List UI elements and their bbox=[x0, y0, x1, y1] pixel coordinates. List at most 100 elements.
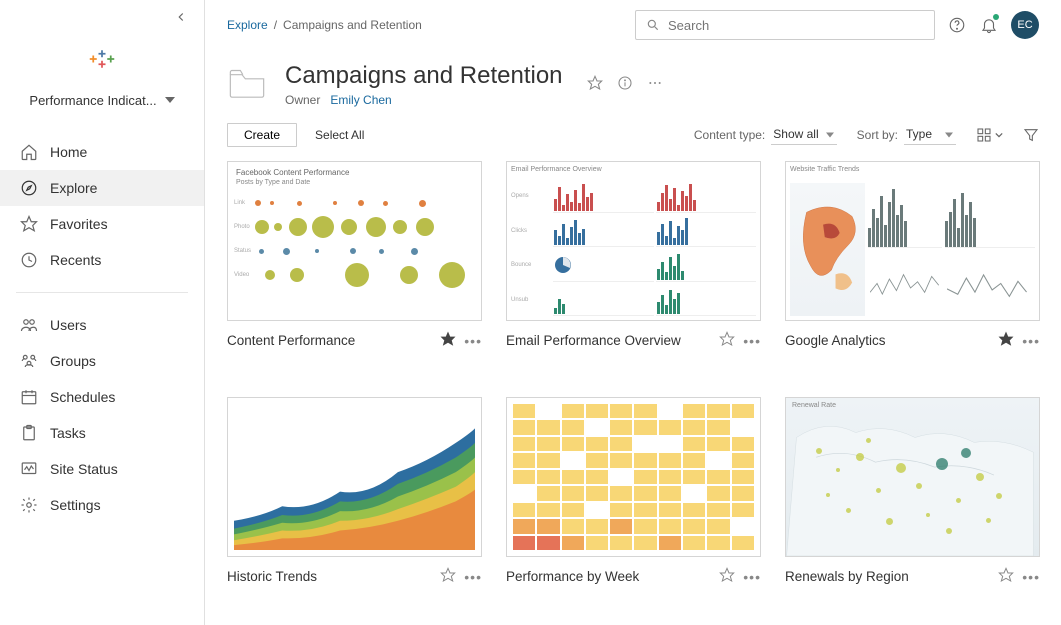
nav-label: Tasks bbox=[50, 425, 86, 441]
owner-label: Owner bbox=[285, 93, 320, 107]
nav-label: Home bbox=[50, 144, 87, 160]
select-all-button[interactable]: Select All bbox=[315, 128, 364, 142]
users-icon bbox=[20, 316, 38, 334]
breadcrumb-sep: / bbox=[274, 18, 277, 32]
content-type-select[interactable]: Show all bbox=[771, 125, 836, 145]
workbook-thumbnail bbox=[506, 397, 761, 557]
nav-home[interactable]: Home bbox=[0, 134, 204, 170]
card-more-button[interactable]: ••• bbox=[743, 333, 761, 349]
favorite-toggle[interactable] bbox=[440, 331, 456, 350]
nav-favorites[interactable]: Favorites bbox=[0, 206, 204, 242]
nav-label: Recents bbox=[50, 252, 101, 268]
thumb-subtitle: Posts by Type and Date bbox=[228, 177, 481, 190]
view-mode-button[interactable] bbox=[976, 127, 1003, 143]
workbook-thumbnail bbox=[227, 397, 482, 557]
nav-tasks[interactable]: Tasks bbox=[0, 415, 204, 451]
content-type-label: Content type: bbox=[694, 128, 765, 142]
workbook-card[interactable]: Email Performance Overview Opens Clicks … bbox=[506, 161, 761, 369]
workbook-title: Content Performance bbox=[227, 333, 432, 348]
favorite-page-button[interactable] bbox=[587, 75, 603, 94]
folder-icon bbox=[227, 65, 267, 104]
nav-schedules[interactable]: Schedules bbox=[0, 379, 204, 415]
breadcrumb-root[interactable]: Explore bbox=[227, 18, 268, 32]
collapse-sidebar-button[interactable] bbox=[174, 10, 188, 27]
sort-by-select[interactable]: Type bbox=[904, 125, 956, 145]
tableau-logo bbox=[88, 45, 116, 73]
workbook-thumbnail: Email Performance Overview Opens Clicks … bbox=[506, 161, 761, 321]
info-button[interactable] bbox=[617, 75, 633, 94]
nav-divider bbox=[16, 292, 188, 293]
nav-explore[interactable]: Explore bbox=[0, 170, 204, 206]
nav-label: Explore bbox=[50, 180, 97, 196]
notifications-button[interactable] bbox=[979, 15, 999, 35]
thumb-title: Email Performance Overview bbox=[511, 166, 756, 178]
nav-recents[interactable]: Recents bbox=[0, 242, 204, 278]
avatar[interactable]: EC bbox=[1011, 11, 1039, 39]
workbook-card[interactable]: Renewal Rate bbox=[785, 397, 1040, 605]
status-icon bbox=[20, 460, 38, 478]
card-more-button[interactable]: ••• bbox=[1022, 333, 1040, 349]
groups-icon bbox=[20, 352, 38, 370]
workbook-title: Renewals by Region bbox=[785, 569, 990, 584]
favorite-toggle[interactable] bbox=[998, 331, 1014, 350]
card-more-button[interactable]: ••• bbox=[743, 569, 761, 585]
workbook-card[interactable]: Performance by Week ••• bbox=[506, 397, 761, 605]
favorite-toggle[interactable] bbox=[719, 567, 735, 586]
main-content: Explore / Campaigns and Retention EC Cam… bbox=[205, 0, 1061, 625]
home-icon bbox=[20, 143, 38, 161]
workbook-title: Email Performance Overview bbox=[506, 333, 711, 348]
workbook-thumbnail: Renewal Rate bbox=[785, 397, 1040, 557]
workbook-title: Google Analytics bbox=[785, 333, 990, 348]
nav-label: Users bbox=[50, 317, 87, 333]
gear-icon bbox=[20, 496, 38, 514]
nav-label: Favorites bbox=[50, 216, 108, 232]
workbook-thumbnail: Website Traffic Trends bbox=[785, 161, 1040, 321]
content-grid: Facebook Content Performance Posts by Ty… bbox=[205, 161, 1061, 625]
nav-primary: Home Explore Favorites Recents bbox=[0, 126, 204, 286]
clipboard-icon bbox=[20, 424, 38, 442]
nav-label: Schedules bbox=[50, 389, 115, 405]
card-more-button[interactable]: ••• bbox=[464, 333, 482, 349]
thumb-title: Facebook Content Performance bbox=[228, 162, 481, 177]
search-icon bbox=[646, 18, 660, 32]
filter-button[interactable] bbox=[1023, 127, 1039, 143]
card-more-button[interactable]: ••• bbox=[1022, 569, 1040, 585]
nav-admin: Users Groups Schedules Tasks Site Status… bbox=[0, 299, 204, 531]
breadcrumb-current: Campaigns and Retention bbox=[283, 18, 422, 32]
clock-icon bbox=[20, 251, 38, 269]
sort-by-label: Sort by: bbox=[857, 128, 898, 142]
sidebar: Performance Indicat... Home Explore Favo… bbox=[0, 0, 205, 625]
search-input[interactable] bbox=[635, 10, 935, 40]
nav-label: Groups bbox=[50, 353, 96, 369]
topbar: Explore / Campaigns and Retention EC bbox=[205, 0, 1061, 48]
favorite-toggle[interactable] bbox=[719, 331, 735, 350]
avatar-initials: EC bbox=[1017, 19, 1032, 31]
page-title: Campaigns and Retention bbox=[285, 62, 563, 90]
workbook-card[interactable]: Website Traffic Trends Google An bbox=[785, 161, 1040, 369]
nav-site-status[interactable]: Site Status bbox=[0, 451, 204, 487]
workbook-card[interactable]: Historic Trends ••• bbox=[227, 397, 482, 605]
owner-link[interactable]: Emily Chen bbox=[330, 93, 391, 107]
workbook-thumbnail: Facebook Content Performance Posts by Ty… bbox=[227, 161, 482, 321]
workbook-card[interactable]: Facebook Content Performance Posts by Ty… bbox=[227, 161, 482, 369]
favorite-toggle[interactable] bbox=[440, 567, 456, 586]
caret-down-icon bbox=[995, 128, 1003, 142]
compass-icon bbox=[20, 179, 38, 197]
calendar-icon bbox=[20, 388, 38, 406]
more-actions-button[interactable] bbox=[647, 75, 663, 94]
notification-badge bbox=[993, 14, 999, 20]
search-field[interactable] bbox=[668, 18, 924, 33]
nav-label: Site Status bbox=[50, 461, 118, 477]
breadcrumb: Explore / Campaigns and Retention bbox=[227, 18, 422, 32]
create-button[interactable]: Create bbox=[227, 123, 297, 147]
help-button[interactable] bbox=[947, 15, 967, 35]
card-more-button[interactable]: ••• bbox=[464, 569, 482, 585]
site-selector-label: Performance Indicat... bbox=[29, 93, 156, 108]
star-icon bbox=[20, 215, 38, 233]
site-selector[interactable]: Performance Indicat... bbox=[0, 87, 204, 126]
nav-settings[interactable]: Settings bbox=[0, 487, 204, 523]
nav-users[interactable]: Users bbox=[0, 307, 204, 343]
page-header: Campaigns and Retention Owner Emily Chen bbox=[205, 48, 1061, 119]
favorite-toggle[interactable] bbox=[998, 567, 1014, 586]
nav-groups[interactable]: Groups bbox=[0, 343, 204, 379]
